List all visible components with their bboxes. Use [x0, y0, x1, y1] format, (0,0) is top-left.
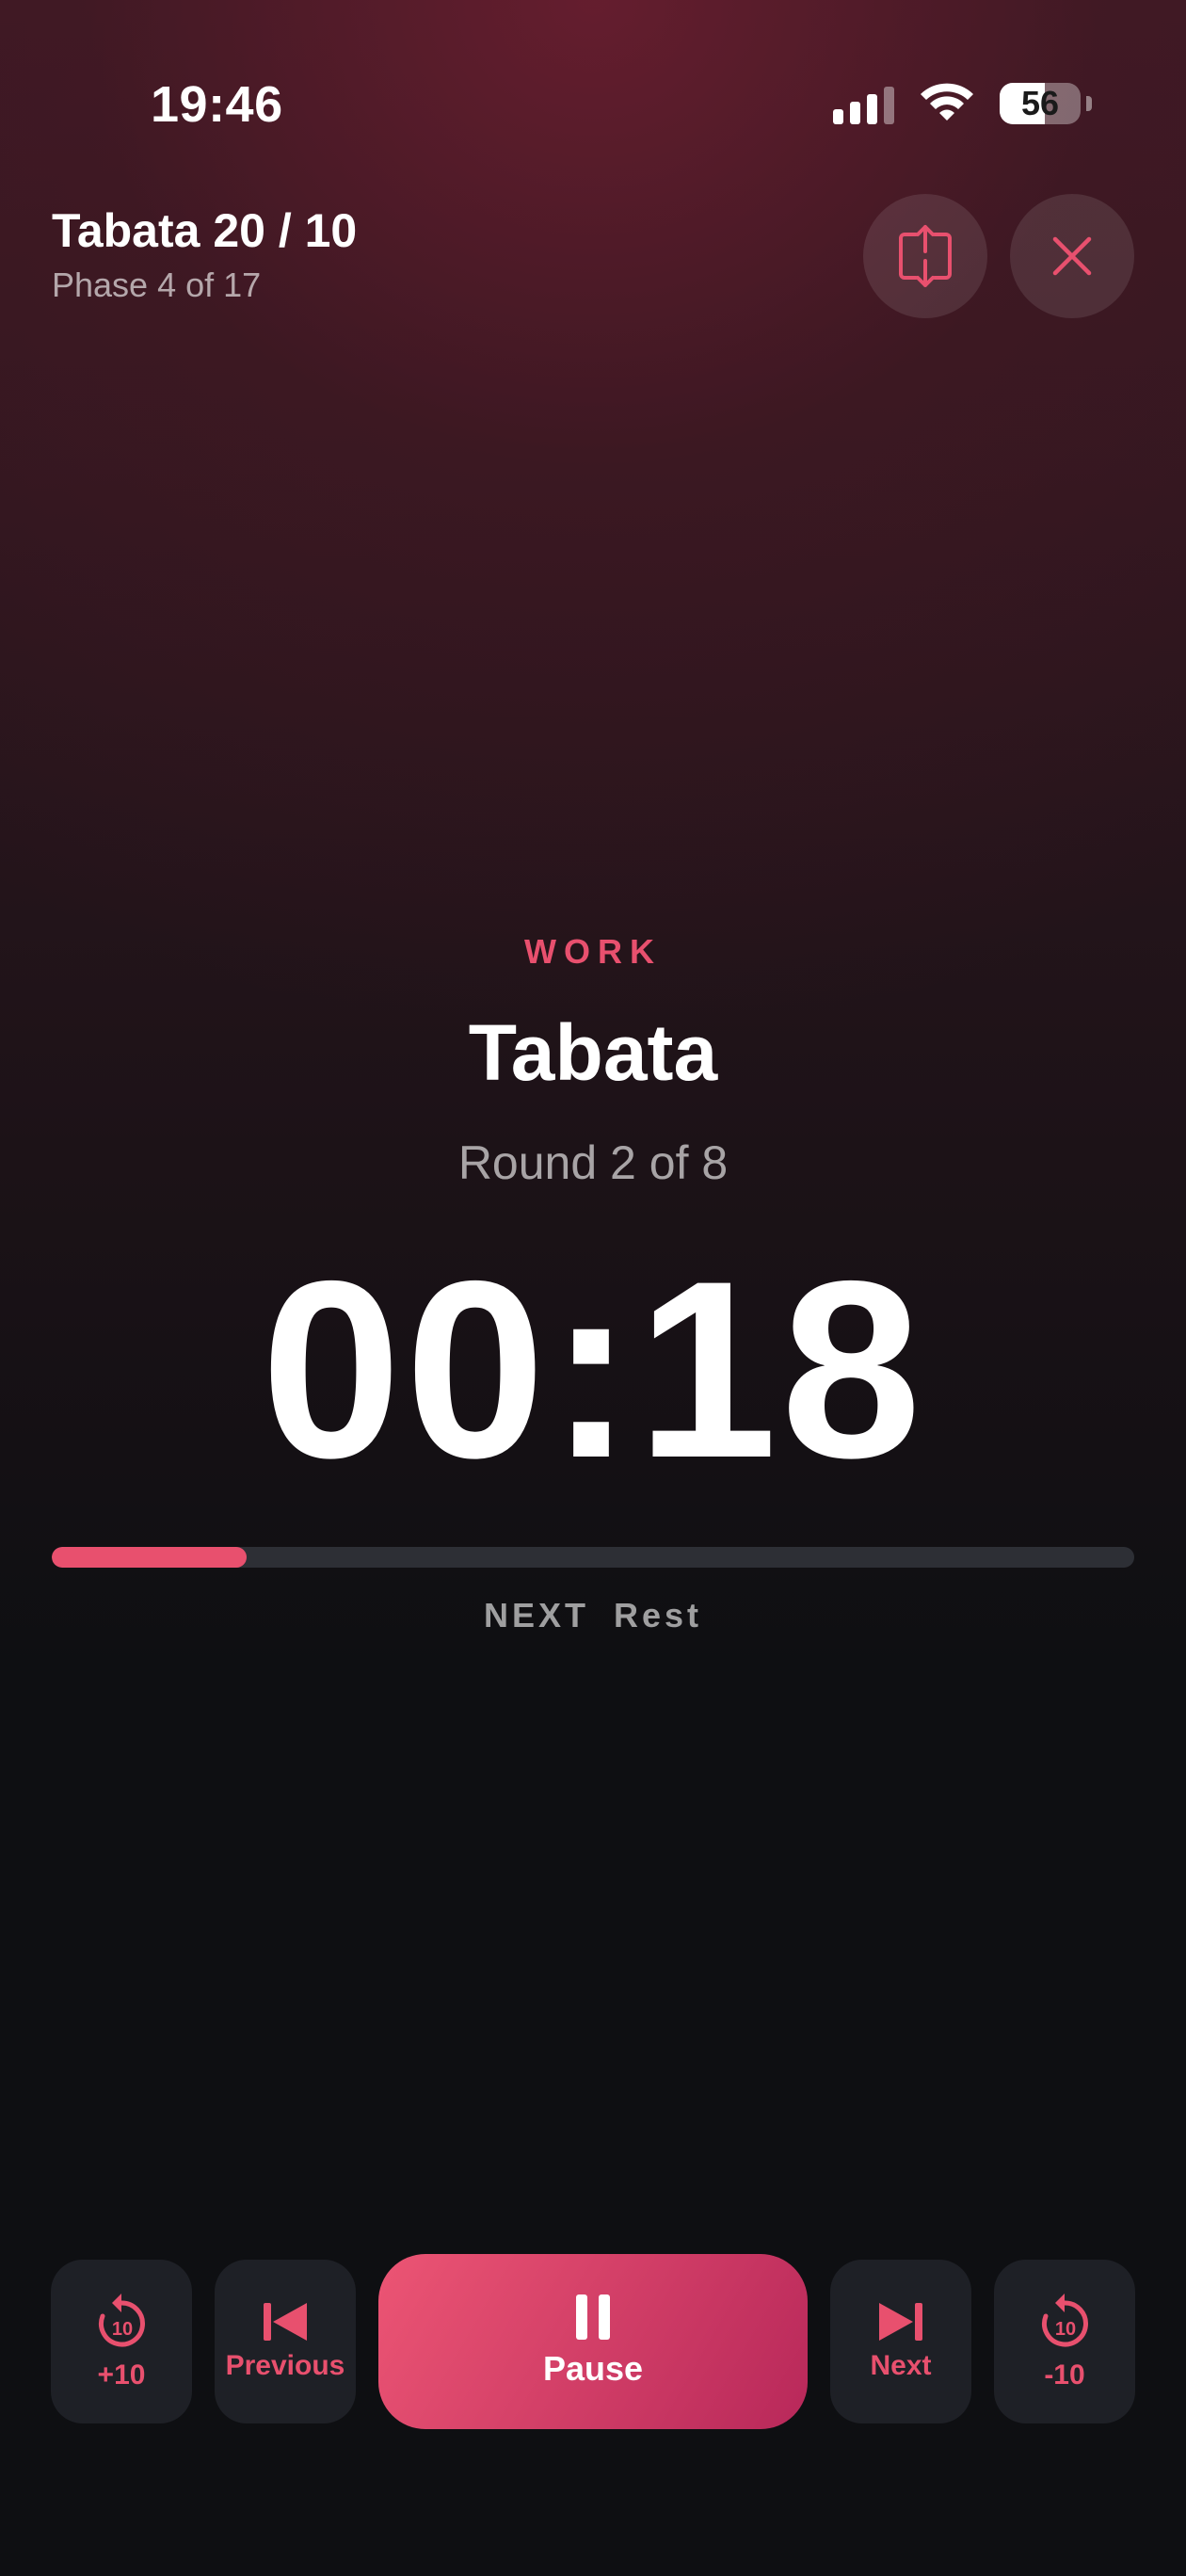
- battery-percent: 56: [1020, 84, 1060, 122]
- round-counter: Round 2 of 8: [457, 1136, 729, 1189]
- pause-icon: [576, 2294, 610, 2340]
- next-button[interactable]: Next: [830, 2260, 971, 2423]
- svg-text:10: 10: [112, 2319, 133, 2340]
- close-button[interactable]: [1010, 194, 1134, 318]
- workout-title: Tabata 20 / 10: [52, 204, 358, 257]
- phase-progress-bar: [52, 1547, 1134, 1568]
- workout-timer-screen: 19:46 56 Tabata 20 / 10 Phase 4 of 17 WO…: [0, 0, 1186, 2576]
- phase-progress-fill: [52, 1547, 247, 1568]
- phase-counter: Phase 4 of 17: [52, 266, 262, 304]
- wifi-icon: [921, 83, 973, 121]
- subtract-10-label: -10: [1044, 2359, 1085, 2391]
- add-10-seconds-button[interactable]: 10 +10: [51, 2260, 192, 2423]
- rotate-screen-icon: [899, 225, 952, 287]
- exercise-name: Tabata: [468, 1008, 718, 1097]
- countdown-timer: 00:18: [261, 1228, 925, 1510]
- svg-text:10: 10: [1055, 2319, 1076, 2340]
- phase-type-label: WORK: [524, 932, 662, 971]
- pause-button[interactable]: Pause: [378, 2254, 808, 2429]
- next-phase-name: Rest: [613, 1596, 703, 1634]
- battery-icon: 56: [1000, 83, 1081, 124]
- subtract-10-seconds-button[interactable]: 10 -10: [994, 2260, 1135, 2423]
- pause-label: Pause: [542, 2349, 644, 2388]
- skip-forward-10-icon: 10: [99, 2294, 145, 2347]
- next-phase-indicator: NEXT Rest: [0, 1596, 1186, 1635]
- next-label: NEXT: [483, 1596, 589, 1634]
- skip-next-icon: [879, 2303, 922, 2341]
- previous-label: Previous: [225, 2350, 345, 2381]
- previous-button[interactable]: Previous: [215, 2260, 356, 2423]
- skip-previous-icon: [264, 2303, 307, 2341]
- status-time: 19:46: [151, 76, 283, 133]
- next-label: Next: [870, 2350, 932, 2381]
- close-icon: [1052, 236, 1092, 276]
- orientation-toggle-button[interactable]: [863, 194, 987, 318]
- cellular-signal-icon: [833, 83, 894, 124]
- add-10-label: +10: [97, 2359, 146, 2391]
- skip-back-10-icon: 10: [1042, 2294, 1088, 2347]
- status-icons: 56: [833, 83, 1092, 124]
